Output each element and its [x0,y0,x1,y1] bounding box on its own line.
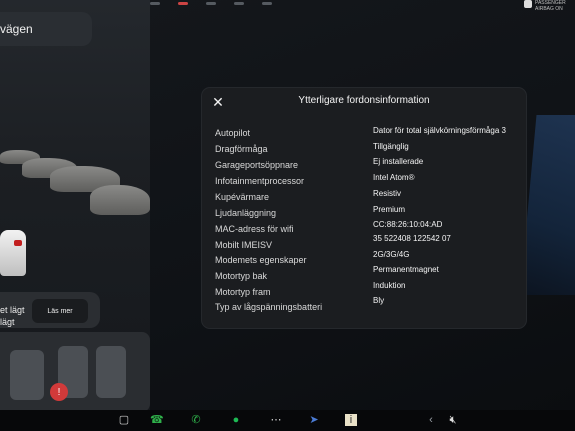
info-icon[interactable]: i [345,414,357,426]
info-row-label: Modemets egenskaper [215,255,307,265]
seatbelt-alert-icon: ! [50,383,68,401]
info-row-label: Mobilt IMEISV [215,240,273,250]
navigation-icon[interactable]: ➤ [308,414,320,426]
seat-icon[interactable] [96,346,126,398]
info-row-value: Permanentmagnet [373,265,439,274]
info-row-value: Intel Atom® [373,173,415,182]
info-row-label: Motortyp bak [215,271,268,281]
read-more-button[interactable]: Läs mer [32,299,88,323]
volume-muted-icon[interactable]: 🔇︎ [447,414,459,426]
navigation-destination: vägen [0,22,33,36]
info-row-label: Kupévärmare [215,192,270,202]
info-row-label: Infotainmentprocessor [215,176,305,186]
info-row-label: Garageportsöppnare [215,160,299,170]
vehicle-taillight [14,240,22,246]
airbag-icon [524,0,532,8]
info-row-label: Motortyp fram [215,287,271,297]
info-row-value: 35 522408 122542 07 [373,234,451,243]
info-row-value: 2G/3G/4G [373,250,410,259]
bottom-dock [0,410,575,431]
vehicle-model-icon [0,230,26,276]
info-row-label: Ljudanläggning [215,208,277,218]
phone-icon[interactable]: ☎ [150,414,164,426]
seat-panel [0,332,150,412]
info-row-label: MAC-adress för wifi [215,224,294,234]
info-row-value: CC:88:26:10:04:AD [373,220,443,229]
mode-text: et lägt lägt [0,305,25,327]
info-row-value: Resistiv [373,189,402,198]
spotify-icon[interactable]: ● [230,414,242,426]
status-bar [150,0,290,6]
info-row-value: Tillgänglig [373,142,409,151]
dialog-title: Ytterligare fordonsinformation [298,95,430,106]
seat-icon[interactable] [10,350,44,400]
info-row-value: Premium [373,205,406,214]
passenger-airbag-indicator: PASSENGER AIRBAG ON [524,0,574,12]
info-row-value: Bly [373,296,385,305]
car-icon[interactable]: ▢ [118,414,130,426]
info-row-label: Dragförmåga [215,144,268,154]
info-row-value: Dator för total självkörningsförmåga 3 [373,126,506,135]
info-row-value: Ej installerade [373,157,424,166]
info-row-label: Autopilot [215,128,251,138]
info-row-value: Induktion [373,281,406,290]
phone-icon[interactable]: ✆ [190,414,202,426]
more-icon[interactable]: ⋯ [270,414,282,426]
info-row-label: Typ av lågspänningsbatteri [215,302,323,312]
chevron-left-icon[interactable]: ‹ [425,414,437,426]
